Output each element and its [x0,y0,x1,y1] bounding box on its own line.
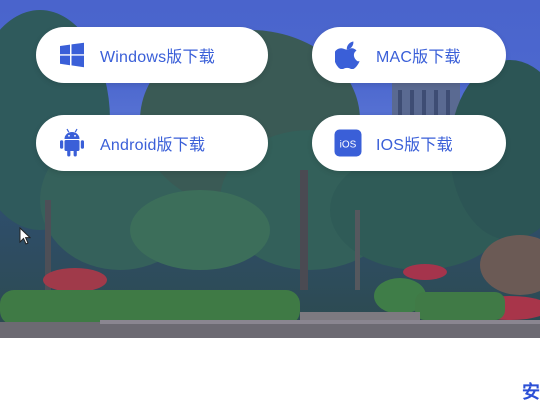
windows-download-button[interactable]: Windows版下载 [36,27,268,83]
section-heading-partial: 安 [522,382,540,402]
apple-logo-icon [334,41,362,69]
mouse-cursor-icon [19,226,32,250]
android-download-label: Android版下载 [100,137,206,154]
windows-logo-icon [58,41,86,69]
ios-download-label: IOS版下载 [376,137,453,154]
mac-download-button[interactable]: MAC版下载 [312,27,506,83]
ios-download-button[interactable]: iOS IOS版下载 [312,115,506,171]
android-logo-icon [58,128,86,157]
windows-download-label: Windows版下载 [100,49,215,66]
android-download-button[interactable]: Android版下载 [36,115,268,171]
ios-badge-text: iOS [340,140,357,151]
mac-download-label: MAC版下载 [376,49,461,66]
ios-badge-icon: iOS [334,129,362,157]
content-section [0,338,540,400]
